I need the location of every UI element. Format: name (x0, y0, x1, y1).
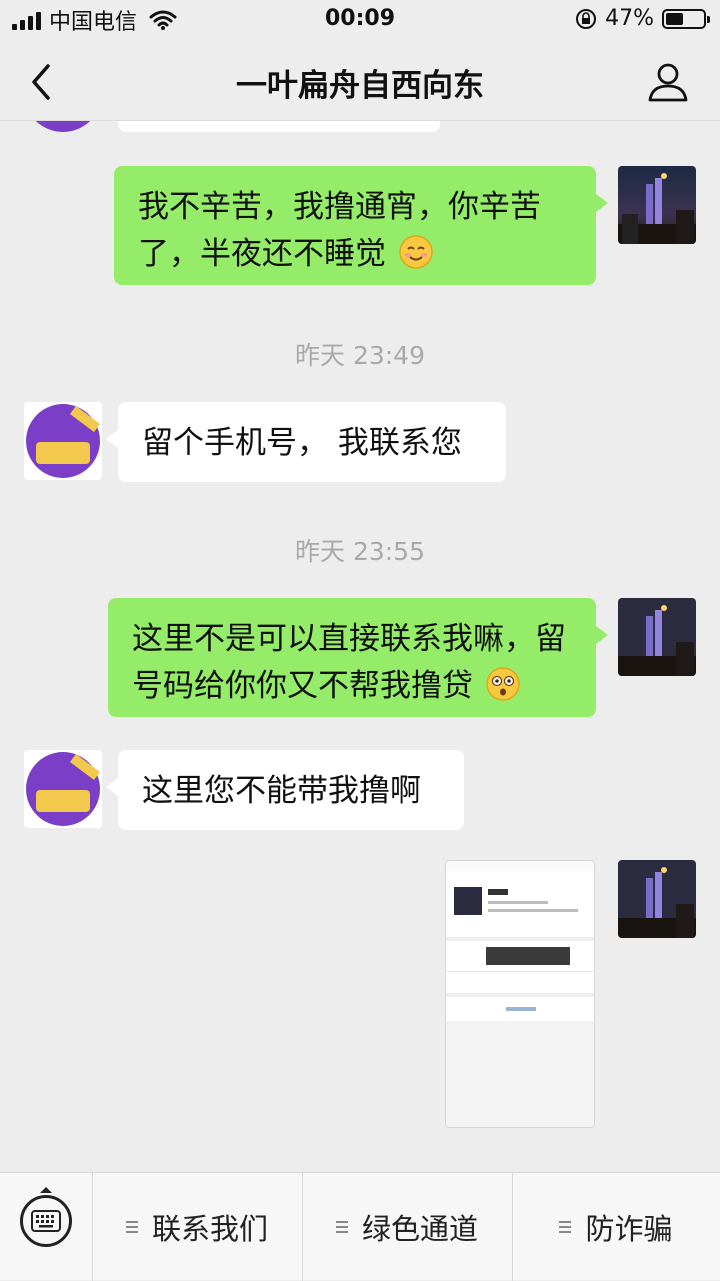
my-avatar[interactable] (618, 166, 696, 244)
menu-lines-icon (125, 1221, 138, 1233)
chat-title: 一叶扁舟自西向东 (236, 68, 484, 104)
timestamp: 昨天 23:49 (295, 341, 425, 370)
menu-label: 联系我们 (151, 1212, 268, 1246)
image-thumbnail-divider (446, 993, 594, 997)
status-right: 47% (575, 6, 710, 31)
image-thumbnail-divider (446, 937, 594, 941)
service-avatar[interactable] (24, 402, 102, 480)
timestamp: 昨天 23:55 (295, 537, 425, 566)
image-thumbnail-body (446, 1021, 594, 1127)
night-city-avatar-image (618, 166, 696, 244)
night-city-avatar-image (618, 860, 696, 938)
image-thumbnail-statusbar (446, 861, 594, 871)
image-thumbnail-moments (486, 947, 570, 965)
image-thumbnail-line (488, 909, 578, 912)
image-thumbnail-line (488, 901, 548, 904)
menu-lines-icon (335, 1221, 348, 1233)
image-thumbnail-line (488, 889, 508, 895)
rotation-lock-icon (576, 8, 597, 29)
my-avatar[interactable] (618, 860, 696, 938)
menu-lines-icon (559, 1221, 572, 1233)
night-city-avatar-image (618, 598, 696, 676)
menu-label: 绿色通道 (361, 1212, 478, 1246)
message-text: 这里您不能带我撸啊 (142, 773, 421, 809)
message-bubble-incoming[interactable]: 这里您不能带我撸啊 (106, 750, 464, 830)
image-thumbnail-button (506, 1007, 536, 1011)
message-bubble-outgoing[interactable]: 我不辛苦，我撸通宵，你辛苦了，半夜还不睡觉 (114, 166, 608, 285)
menu-label: 防诈骗 (585, 1212, 673, 1246)
battery-fill (666, 12, 683, 25)
image-message[interactable] (445, 860, 595, 1128)
image-thumbnail-profile (454, 887, 482, 915)
user-icon[interactable] (646, 60, 690, 104)
my-avatar[interactable] (618, 598, 696, 676)
image-thumbnail-divider (446, 971, 594, 972)
battery-icon (662, 8, 710, 29)
message-bubble-incoming[interactable]: 留个手机号， 我联系您 (106, 402, 506, 482)
niuren-youpin-logo-icon (24, 402, 102, 480)
message-text: 留个手机号， 我联系您 (142, 425, 462, 461)
bottom-menu-bar: 联系我们 绿色通道 防诈骗 (0, 1172, 720, 1281)
status-bar: 中国电信 00:09 47% (0, 0, 720, 40)
message-text: 我不辛苦，我撸通宵，你辛苦了，半夜还不睡觉 (138, 189, 541, 272)
battery-percent: 47% (605, 6, 654, 31)
menu-green-channel[interactable]: 绿色通道 (302, 1173, 512, 1281)
keyboard-icon[interactable] (20, 1195, 72, 1247)
message-bubble-outgoing[interactable]: 这里不是可以直接联系我嘛，留号码给你你又不帮我撸贷 (108, 598, 608, 717)
smile-blush-emoji (399, 235, 433, 269)
dizzy-face-emoji (486, 667, 520, 701)
service-avatar[interactable] (24, 750, 102, 828)
menu-contact-us[interactable]: 联系我们 (92, 1173, 302, 1281)
nav-bar: 一叶扁舟自西向东 (0, 40, 720, 121)
keyboard-up-caret-icon (40, 1187, 52, 1193)
menu-anti-fraud[interactable]: 防诈骗 (512, 1173, 720, 1281)
niuren-youpin-logo-icon (24, 750, 102, 828)
chat-area[interactable]: 我不辛苦，我撸通宵，你辛苦了，半夜还不睡觉 昨天 23:49 留个手机号， 我联… (0, 0, 720, 1172)
